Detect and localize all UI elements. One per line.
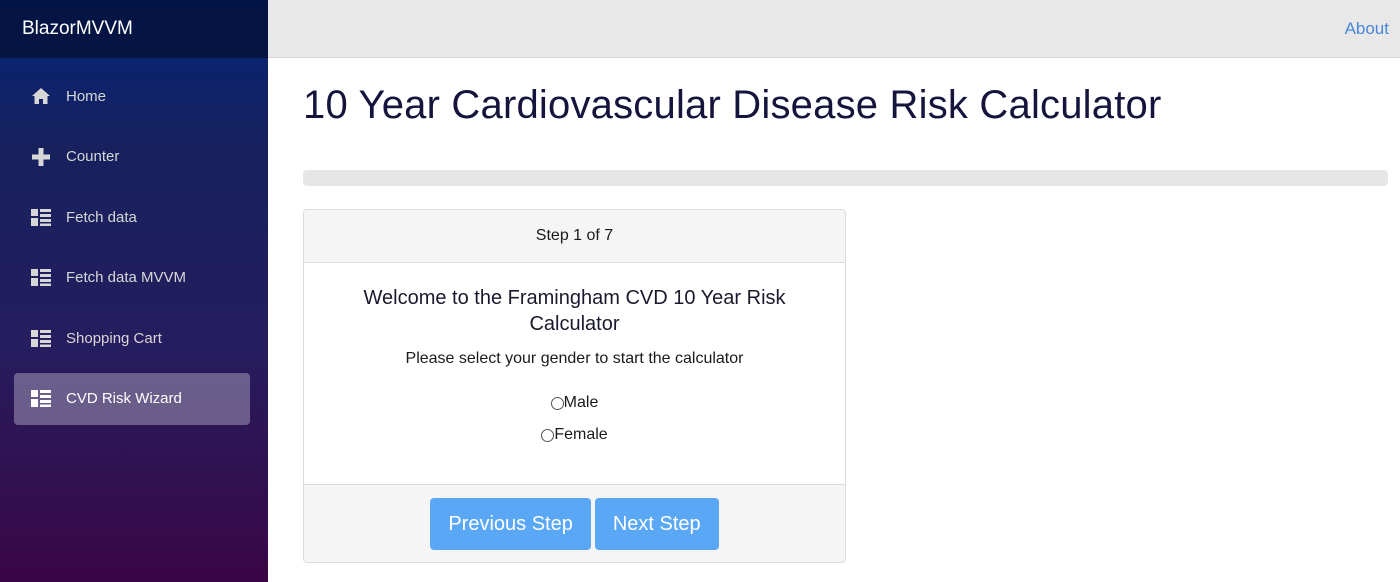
previous-step-button[interactable]: Previous Step [430,498,591,550]
instruction-text: Please select your gender to start the c… [405,350,744,367]
about-link[interactable]: About [1345,19,1389,39]
wizard-progress-bar [303,170,1388,186]
plus-icon [30,146,52,168]
next-step-button[interactable]: Next Step [594,498,719,550]
wizard-card: Step 1 of 7 Welcome to the Framingham CV… [303,209,846,563]
sidebar-item-shopping-cart[interactable]: Shopping Cart [14,312,250,364]
step-indicator: Step 1 of 7 [304,210,845,263]
sidebar-item-label: Shopping Cart [66,329,162,347]
male-radio[interactable] [550,396,564,410]
wizard-footer: Previous Step Next Step [304,484,845,562]
list-icon [30,327,52,349]
sidebar-item-fetch-data[interactable]: Fetch data [14,191,250,243]
main-content: 10 Year Cardiovascular Disease Risk Calc… [303,58,1388,563]
sidebar-item-label: CVD Risk Wizard [66,390,182,407]
female-option[interactable]: Female [541,426,608,444]
female-label: Female [554,426,608,443]
sidebar-item-label: Fetch data MVVM [66,269,187,286]
male-label: Male [563,394,599,411]
sidebar: BlazorMVVM Home Counter Fetch data Fetch… [0,0,268,582]
welcome-heading: Welcome to the Framingham CVD 10 Year Ri… [363,287,786,335]
sidebar-item-fetch-data-mvvm[interactable]: Fetch data MVVM [14,252,250,304]
nav-menu: Home Counter Fetch data Fetch data MVVM … [0,58,268,425]
list-icon [30,206,52,228]
sidebar-item-label: Home [66,87,107,105]
brand-link[interactable]: BlazorMVVM [22,18,133,40]
wizard-step-body: Welcome to the Framingham CVD 10 Year Ri… [304,263,845,484]
male-option[interactable]: Male [550,394,599,412]
sidebar-item-cvd-risk-wizard[interactable]: CVD Risk Wizard [14,372,250,425]
sidebar-item-counter[interactable]: Counter [14,131,250,183]
list-icon [30,267,52,289]
list-icon [30,388,52,410]
home-icon [30,85,52,107]
sidebar-item-home[interactable]: Home [14,70,250,122]
page-title: 10 Year Cardiovascular Disease Risk Calc… [303,83,1162,127]
brand-bar: BlazorMVVM [0,0,268,58]
top-bar: About [268,0,1400,58]
sidebar-item-label: Counter [66,148,120,165]
female-radio[interactable] [541,428,555,442]
gender-radio-group: Male Female [304,394,845,444]
sidebar-item-label: Fetch data [66,208,137,226]
